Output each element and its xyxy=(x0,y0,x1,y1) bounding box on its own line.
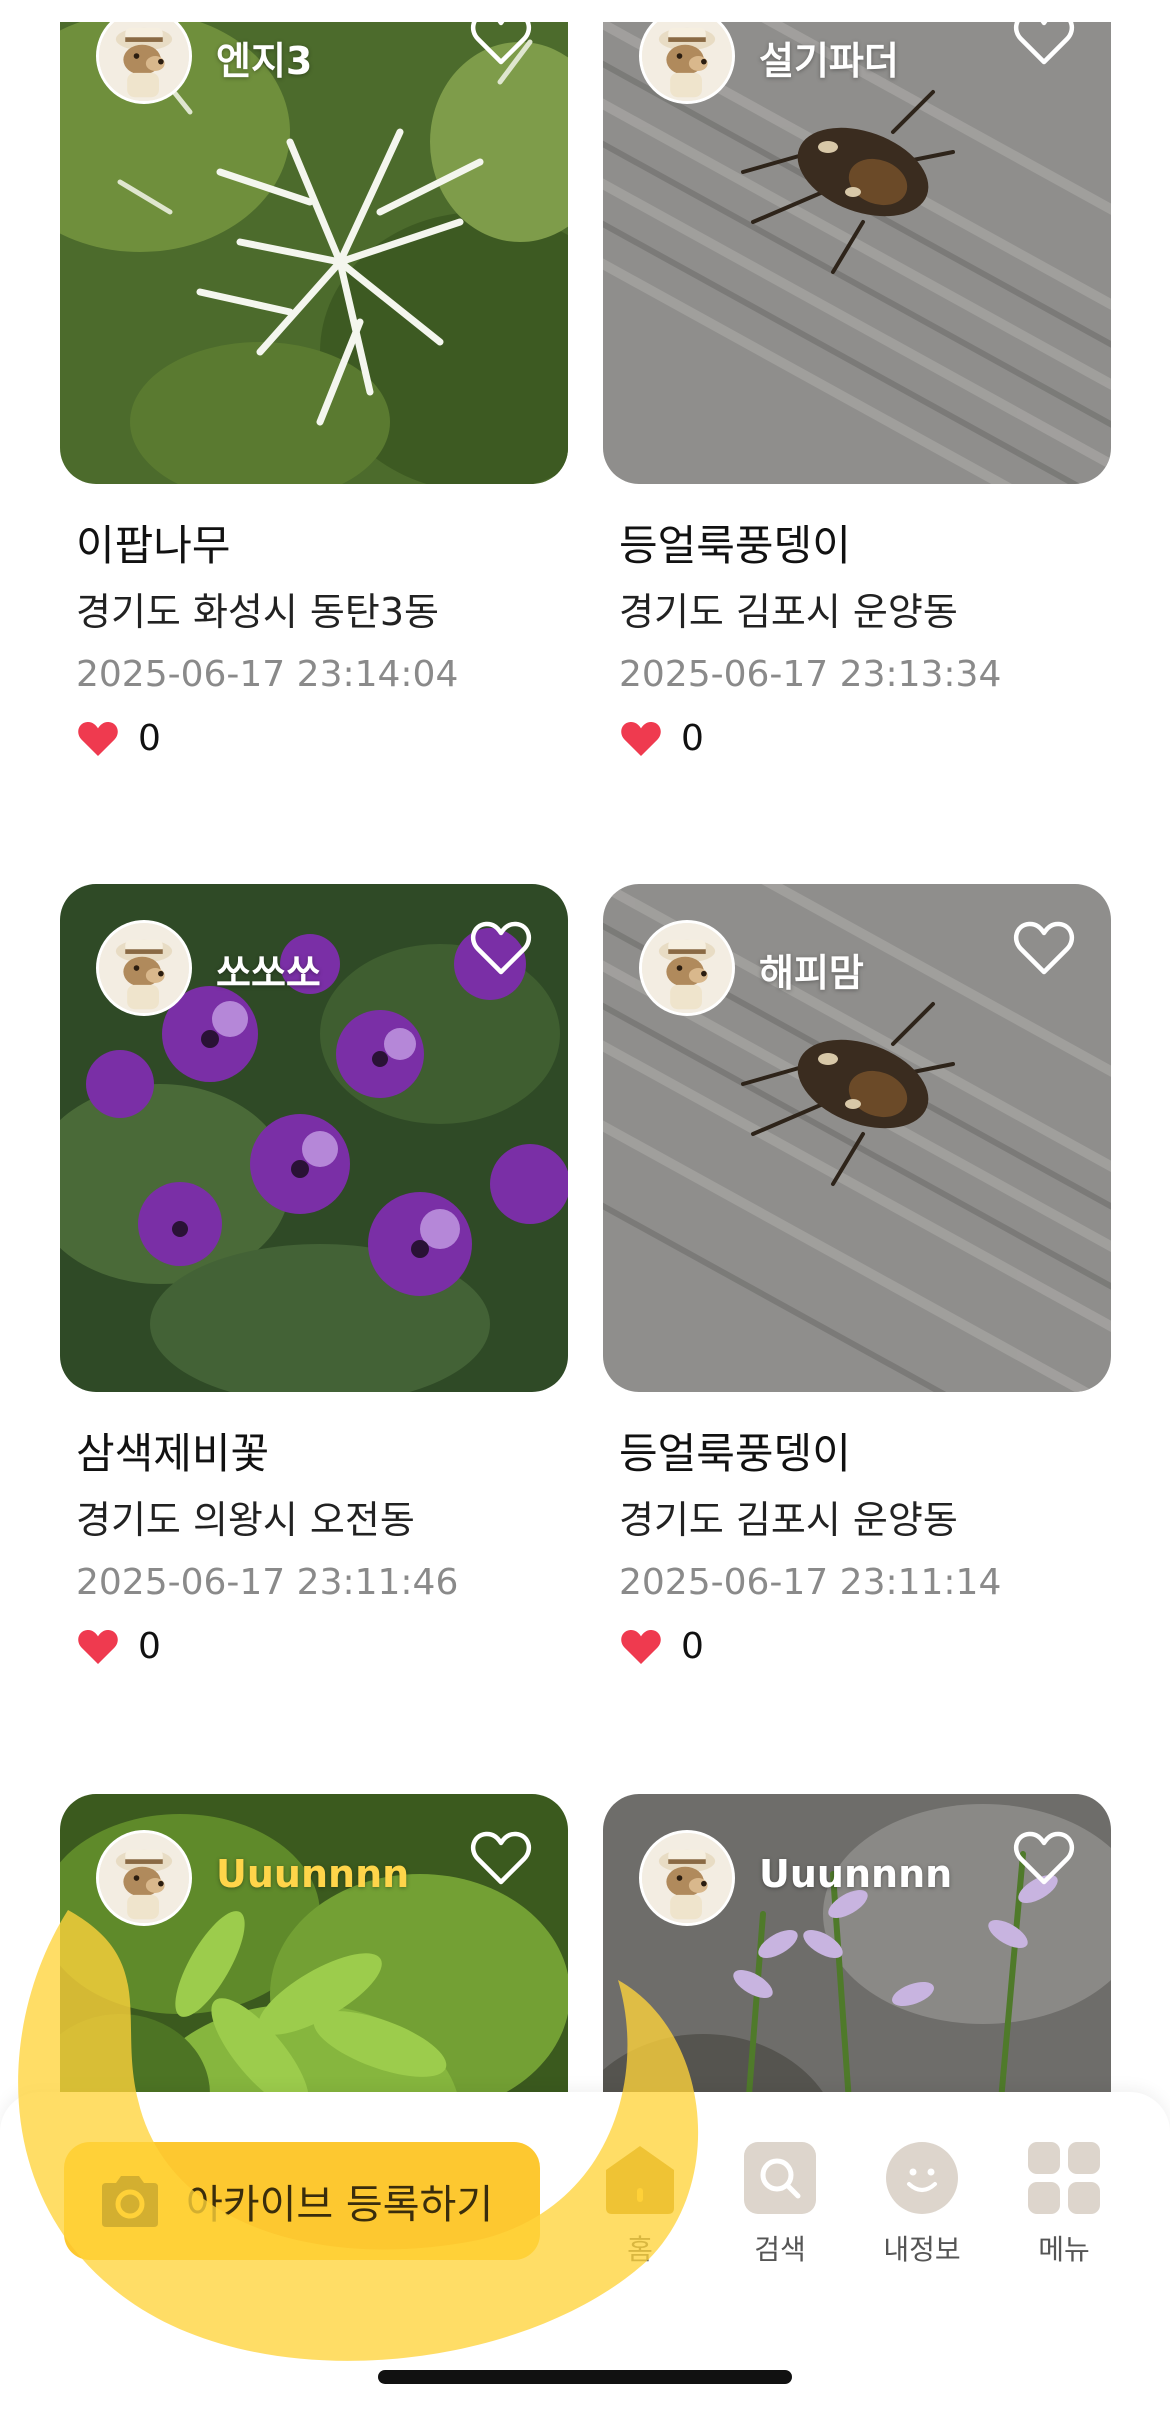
favorite-heart-icon[interactable] xyxy=(1013,920,1075,976)
card-info: 등얼룩풍뎅이 경기도 김포시 운양동 2025-06-17 23:11:14 0 xyxy=(603,1428,1111,1670)
favorite-heart-icon[interactable] xyxy=(470,1830,532,1886)
archive-card[interactable]: 설기파더 등얼룩풍뎅이 경기도 김포시 운양동 2025-06-17 23:13… xyxy=(603,22,1111,762)
camera-icon xyxy=(96,2171,164,2231)
like-count-row: 0 xyxy=(619,716,1111,762)
avatar[interactable] xyxy=(639,920,735,1016)
card-photo[interactable]: 해피맘 xyxy=(603,884,1111,1392)
like-count: 0 xyxy=(681,1626,704,1667)
filled-heart-icon xyxy=(76,1627,120,1667)
home-icon xyxy=(602,2140,678,2216)
favorite-heart-icon[interactable] xyxy=(1013,22,1075,66)
page: 엔지3 이팝나무 경기도 화성시 동탄3동 2025-06-17 23:14:0… xyxy=(0,0,1170,2412)
like-count: 0 xyxy=(681,718,704,759)
archive-card[interactable]: 쏘쏘쏘 삼색제비꽃 경기도 의왕시 오전동 2025-06-17 23:11:4… xyxy=(60,884,568,1670)
date-text: 2025-06-17 23:13:34 xyxy=(619,654,1002,695)
like-count: 0 xyxy=(138,718,161,759)
favorite-heart-icon[interactable] xyxy=(1013,1830,1075,1886)
location-text: 경기도 김포시 운양동 xyxy=(619,590,958,634)
avatar[interactable] xyxy=(96,1830,192,1926)
filled-heart-icon xyxy=(76,719,120,759)
profile-icon xyxy=(884,2140,960,2216)
home-indicator xyxy=(378,2370,792,2384)
username[interactable]: 설기파더 xyxy=(759,30,899,85)
register-archive-label: 아카이브 등록하기 xyxy=(186,2182,494,2228)
species-name: 등얼룩풍뎅이 xyxy=(619,1429,851,1478)
archive-card[interactable]: 해피맘 등얼룩풍뎅이 경기도 김포시 운양동 2025-06-17 23:11:… xyxy=(603,884,1111,1670)
species-name: 삼색제비꽃 xyxy=(76,1429,270,1478)
card-photo[interactable]: 엔지3 xyxy=(60,22,568,484)
avatar[interactable] xyxy=(639,1830,735,1926)
date-text: 2025-06-17 23:11:46 xyxy=(76,1562,459,1603)
location-text: 경기도 화성시 동탄3동 xyxy=(76,590,439,634)
nav-profile-label: 내정보 xyxy=(883,2233,961,2266)
filled-heart-icon xyxy=(619,719,663,759)
like-count-row: 0 xyxy=(76,1624,568,1670)
nav-search-label: 검색 xyxy=(754,2233,806,2266)
card-info: 등얼룩풍뎅이 경기도 김포시 운양동 2025-06-17 23:13:34 0 xyxy=(603,520,1111,762)
card-info: 삼색제비꽃 경기도 의왕시 오전동 2025-06-17 23:11:46 0 xyxy=(60,1428,568,1670)
like-count-row: 0 xyxy=(619,1624,1111,1670)
date-text: 2025-06-17 23:14:04 xyxy=(76,654,459,695)
avatar[interactable] xyxy=(96,920,192,1016)
favorite-heart-icon[interactable] xyxy=(470,920,532,976)
nav-profile[interactable]: 내정보 xyxy=(862,2140,982,2268)
nav-home-label: 홈 xyxy=(627,2233,653,2266)
card-photo[interactable]: 설기파더 xyxy=(603,22,1111,484)
species-name: 이팝나무 xyxy=(76,521,231,570)
register-archive-button[interactable]: 아카이브 등록하기 xyxy=(64,2142,540,2260)
location-text: 경기도 의왕시 오전동 xyxy=(76,1498,415,1542)
username[interactable]: 해피맘 xyxy=(759,942,864,997)
username[interactable]: 쏘쏘쏘 xyxy=(216,942,321,997)
username[interactable]: 엔지3 xyxy=(216,30,312,85)
like-count-row: 0 xyxy=(76,716,568,762)
username[interactable]: Uuunnnn xyxy=(216,1852,409,1896)
location-text: 경기도 김포시 운양동 xyxy=(619,1498,958,1542)
card-info: 이팝나무 경기도 화성시 동탄3동 2025-06-17 23:14:04 0 xyxy=(60,520,568,762)
archive-card[interactable]: 엔지3 이팝나무 경기도 화성시 동탄3동 2025-06-17 23:14:0… xyxy=(60,22,568,762)
search-icon xyxy=(742,2140,818,2216)
favorite-heart-icon[interactable] xyxy=(470,22,532,66)
like-count: 0 xyxy=(138,1626,161,1667)
date-text: 2025-06-17 23:11:14 xyxy=(619,1562,1002,1603)
username[interactable]: Uuunnnn xyxy=(759,1852,952,1896)
nav-search[interactable]: 검색 xyxy=(720,2140,840,2268)
nav-home[interactable]: 홈 xyxy=(580,2140,700,2268)
filled-heart-icon xyxy=(619,1627,663,1667)
card-photo[interactable]: 쏘쏘쏘 xyxy=(60,884,568,1392)
nav-menu-label: 메뉴 xyxy=(1038,2233,1090,2266)
menu-grid-icon xyxy=(1026,2140,1102,2216)
nav-menu[interactable]: 메뉴 xyxy=(1004,2140,1124,2268)
species-name: 등얼룩풍뎅이 xyxy=(619,521,851,570)
